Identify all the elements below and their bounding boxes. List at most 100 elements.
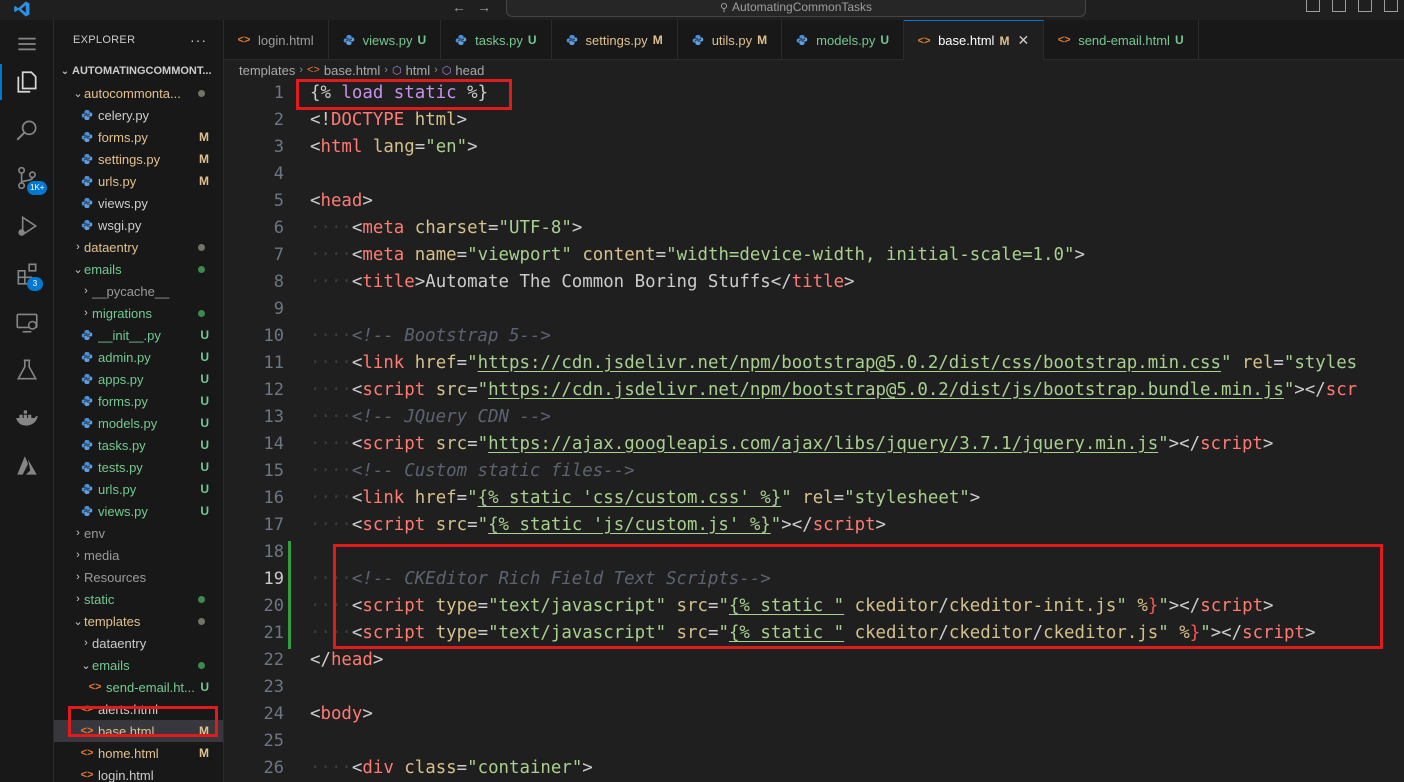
- code-line[interactable]: {% load static %}: [310, 80, 488, 107]
- tree-item[interactable]: models.py U: [54, 412, 223, 434]
- code-line[interactable]: ····<script type="text/javascript" src="…: [310, 620, 1315, 647]
- toggle-primary-sidebar-icon[interactable]: [1306, 0, 1320, 12]
- tree-item[interactable]: <> home.html M: [54, 742, 223, 764]
- tree-item[interactable]: views.py: [54, 192, 223, 214]
- tree-item[interactable]: apps.py U: [54, 368, 223, 390]
- git-status-badge: U: [200, 350, 209, 364]
- tree-item[interactable]: ⌄ emails: [54, 258, 223, 280]
- editor-tab[interactable]: views.py U: [329, 20, 442, 60]
- workspace-root[interactable]: ⌄ AUTOMATINGCOMMONT...: [54, 60, 223, 82]
- explorer-header: EXPLORER ···: [54, 20, 223, 60]
- python-file-icon: [80, 350, 94, 364]
- breadcrumb-item-templates[interactable]: templates: [239, 63, 295, 78]
- code-line[interactable]: ····<link href="https://cdn.jsdelivr.net…: [310, 350, 1357, 377]
- code-line[interactable]: ····<meta name="viewport" content="width…: [310, 242, 1085, 269]
- code-line[interactable]: ····<div class="container">: [310, 755, 593, 782]
- tree-item[interactable]: wsgi.py: [54, 214, 223, 236]
- tree-item[interactable]: › __pycache__: [54, 280, 223, 302]
- editor-tab[interactable]: <> send-email.html U: [1044, 20, 1199, 60]
- code-line[interactable]: ····<title>Automate The Common Boring St…: [310, 269, 855, 296]
- tree-item-label: wsgi.py: [98, 217, 142, 233]
- chevron-down-icon: ⌄: [73, 87, 83, 100]
- line-number: 17: [263, 515, 284, 535]
- command-center-search[interactable]: ⚲ AutomatingCommonTasks: [506, 0, 1086, 17]
- code-line[interactable]: <head>: [310, 188, 373, 215]
- tree-item[interactable]: › dataentry: [54, 632, 223, 654]
- code-line[interactable]: ····<link href="{% static 'css/custom.cs…: [310, 485, 980, 512]
- editor-tab[interactable]: <> base.html M ✕: [904, 20, 1045, 60]
- tree-item[interactable]: <> login.html: [54, 764, 223, 782]
- toggle-panel-icon[interactable]: [1332, 0, 1346, 12]
- tree-item[interactable]: ⌄ emails: [54, 654, 223, 676]
- line-number: 9: [273, 299, 284, 319]
- code-line[interactable]: ····<script type="text/javascript" src="…: [310, 593, 1274, 620]
- tree-item[interactable]: views.py U: [54, 500, 223, 522]
- tab-label: send-email.html: [1078, 32, 1170, 48]
- tree-item[interactable]: forms.py M: [54, 126, 223, 148]
- back-arrow-icon[interactable]: ←: [449, 0, 469, 16]
- tree-item[interactable]: › env: [54, 522, 223, 544]
- code-line[interactable]: </head>: [310, 647, 383, 674]
- code-line[interactable]: <body>: [310, 701, 373, 728]
- code-line[interactable]: ····<script src="https://ajax.googleapis…: [310, 431, 1273, 458]
- tree-item[interactable]: › migrations: [54, 302, 223, 324]
- tree-item[interactable]: <> send-email.ht... U: [54, 676, 223, 698]
- editor-tab[interactable]: settings.py M: [552, 20, 678, 60]
- docker-icon[interactable]: [0, 394, 54, 442]
- breadcrumb-item-file[interactable]: base.html: [324, 63, 380, 78]
- code-line[interactable]: ····<!-- CKEditor Rich Field Text Script…: [310, 566, 771, 593]
- tree-item[interactable]: admin.py U: [54, 346, 223, 368]
- tree-item[interactable]: urls.py U: [54, 478, 223, 500]
- breadcrumb-item-html[interactable]: html: [406, 63, 431, 78]
- tree-item[interactable]: tests.py U: [54, 456, 223, 478]
- tree-item[interactable]: tasks.py U: [54, 434, 223, 456]
- code-line[interactable]: ····<!-- JQuery CDN -->: [310, 404, 551, 431]
- more-actions-icon[interactable]: ···: [190, 32, 207, 48]
- tree-item[interactable]: ⌄ autocommonta...: [54, 82, 223, 104]
- source-control-icon[interactable]: 1K+: [0, 154, 54, 202]
- tree-item[interactable]: celery.py: [54, 104, 223, 126]
- tree-item[interactable]: settings.py M: [54, 148, 223, 170]
- explorer-icon[interactable]: [0, 58, 54, 106]
- git-status-badge: U: [200, 416, 209, 430]
- azure-icon[interactable]: [0, 442, 54, 490]
- tree-item[interactable]: › static: [54, 588, 223, 610]
- editor-tab[interactable]: <> login.html: [224, 20, 329, 60]
- line-number: 15: [263, 461, 284, 481]
- tree-item[interactable]: › dataentry: [54, 236, 223, 258]
- close-icon[interactable]: ✕: [1017, 32, 1029, 49]
- testing-flask-icon[interactable]: [0, 346, 54, 394]
- line-number: 13: [263, 407, 284, 427]
- chevron-down-icon: ⌄: [60, 65, 70, 77]
- code-line[interactable]: ····<script src="https://cdn.jsdelivr.ne…: [310, 377, 1357, 404]
- code-editor[interactable]: 1 {% load static %} 2 <!DOCTYPE html> 3 <html…: [224, 80, 1404, 782]
- customize-layout-icon[interactable]: [1384, 0, 1398, 12]
- tree-item[interactable]: __init__.py U: [54, 324, 223, 346]
- tree-item[interactable]: forms.py U: [54, 390, 223, 412]
- line-number: 16: [263, 488, 284, 508]
- code-line[interactable]: <!DOCTYPE html>: [310, 107, 467, 134]
- remote-explorer-icon[interactable]: [0, 298, 54, 346]
- editor-tab[interactable]: utils.py M: [678, 20, 783, 60]
- tree-item[interactable]: › Resources: [54, 566, 223, 588]
- tree-item[interactable]: <> base.html M: [54, 720, 223, 742]
- editor-tab[interactable]: tasks.py U: [441, 20, 552, 60]
- tree-item[interactable]: <> alerts.html: [54, 698, 223, 720]
- python-file-icon: [80, 372, 94, 386]
- tree-item[interactable]: › media: [54, 544, 223, 566]
- tree-item[interactable]: ⌄ templates: [54, 610, 223, 632]
- code-line[interactable]: ····<meta charset="UTF-8">: [310, 215, 582, 242]
- code-line[interactable]: ····<!-- Bootstrap 5-->: [310, 323, 551, 350]
- breadcrumb-item-head[interactable]: head: [455, 63, 484, 78]
- code-line[interactable]: <html lang="en">: [310, 134, 478, 161]
- code-line[interactable]: ····<script src="{% static 'js/custom.js…: [310, 512, 886, 539]
- run-debug-icon[interactable]: [0, 202, 54, 250]
- editor-tab[interactable]: models.py U: [782, 20, 905, 60]
- chevron-right-icon: ›: [76, 241, 80, 253]
- code-line[interactable]: ····<!-- Custom static files-->: [310, 458, 635, 485]
- extensions-icon[interactable]: 3: [0, 250, 54, 298]
- toggle-secondary-sidebar-icon[interactable]: [1358, 0, 1372, 12]
- tree-item[interactable]: urls.py M: [54, 170, 223, 192]
- search-icon[interactable]: [0, 106, 54, 154]
- forward-arrow-icon[interactable]: →: [474, 0, 494, 16]
